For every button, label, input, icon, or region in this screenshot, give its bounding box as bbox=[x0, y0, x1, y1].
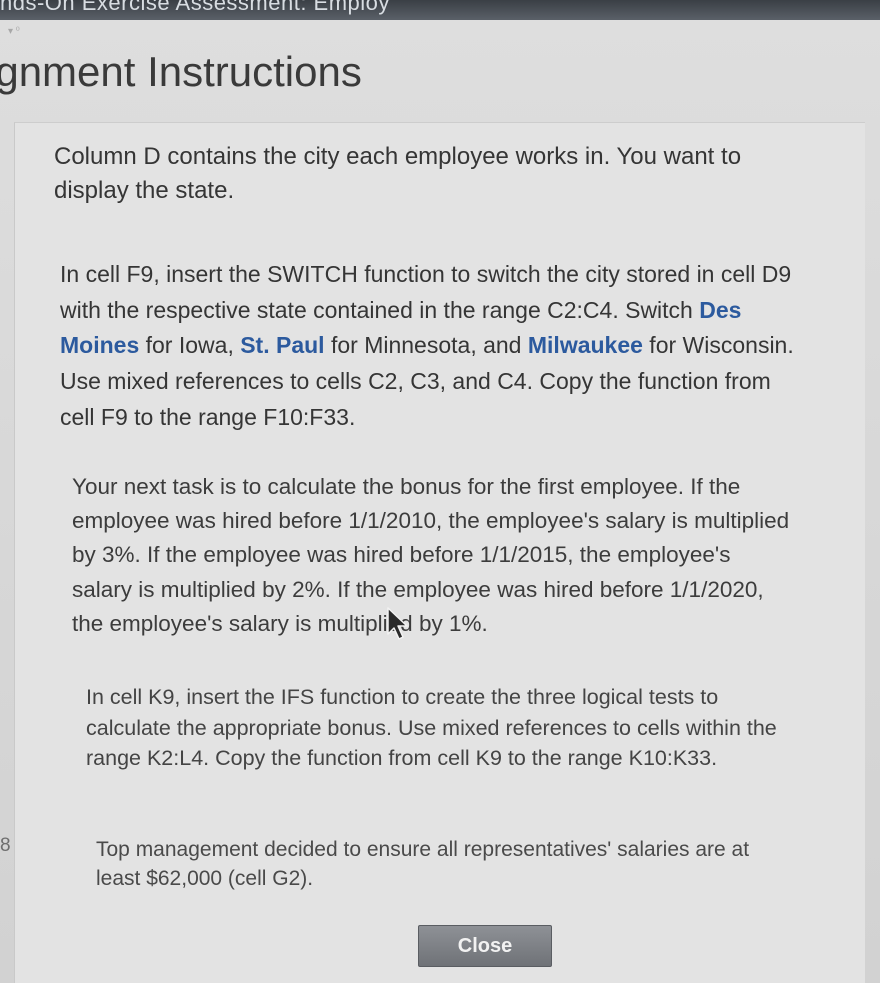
mouse-pointer-icon bbox=[387, 607, 408, 640]
close-button[interactable]: Close bbox=[418, 925, 552, 967]
city-milwaukee: Milwaukee bbox=[527, 332, 643, 359]
window-title-bar: nds-On Exercise Assessment: Employ bbox=[0, 0, 880, 20]
switch-text-2: for Iowa, bbox=[139, 332, 241, 359]
page-title: ignment Instructions bbox=[0, 48, 362, 95]
window-title: nds-On Exercise Assessment: Employ bbox=[0, 0, 390, 15]
instruction-step-intro: Column D contains the city each employee… bbox=[54, 143, 742, 204]
instruction-step-8: Top management decided to ensure all rep… bbox=[96, 838, 750, 891]
instruction-ifs-step: In cell K9, insert the IFS function to c… bbox=[86, 685, 777, 771]
step-number: 8 bbox=[0, 835, 11, 856]
instruction-bonus-intro: Your next task is to calculate the bonus… bbox=[72, 474, 790, 636]
instruction-switch-step: In cell F9, insert the SWITCH function t… bbox=[60, 257, 800, 435]
switch-text-1: In cell F9, insert the SWITCH function t… bbox=[60, 261, 792, 323]
switch-text-3: for Minnesota, and bbox=[324, 332, 528, 359]
city-st-paul: St. Paul bbox=[240, 332, 325, 359]
sort-icon: ▾ ⁰ bbox=[8, 26, 20, 37]
